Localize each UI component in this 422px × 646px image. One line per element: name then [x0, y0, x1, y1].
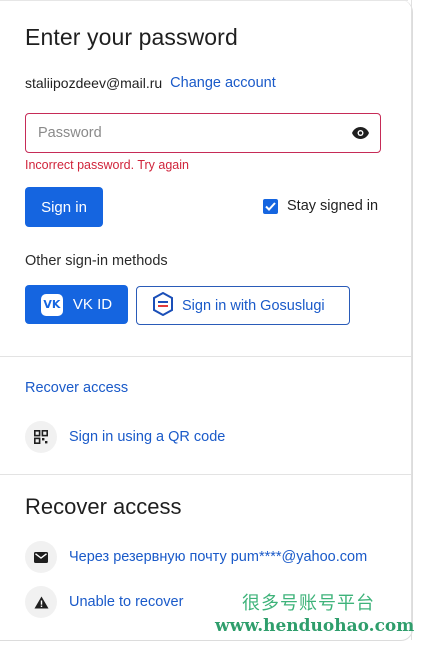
envelope-icon [25, 541, 57, 573]
eye-icon[interactable] [340, 114, 380, 152]
watermark-url: www.henduohao.com [215, 616, 415, 636]
password-error: Incorrect password. Try again [25, 158, 189, 172]
watermark-cn: 很多号账号平台 [242, 593, 375, 614]
qr-signin-row[interactable]: Sign in using a QR code [25, 421, 225, 453]
vk-logo-icon: VK [40, 293, 63, 316]
other-methods-label: Other sign-in methods [25, 253, 168, 269]
gosuslugi-label: Sign in with Gosuslugi [182, 297, 325, 314]
divider [0, 356, 412, 357]
unable-recover-link[interactable]: Unable to recover [69, 594, 183, 610]
card-right-border [411, 0, 412, 640]
qr-signin-link[interactable]: Sign in using a QR code [69, 429, 225, 445]
qr-code-icon [25, 421, 57, 453]
checkbox-checked-icon[interactable] [263, 198, 278, 214]
gosuslugi-logo-icon [152, 291, 174, 320]
page-title: Enter your password [25, 24, 238, 50]
card-top-border [0, 0, 408, 1]
recover-access-link[interactable]: Recover access [25, 380, 128, 396]
vk-id-label: VK ID [72, 296, 113, 313]
stay-signed-in-label: Stay signed in [287, 198, 379, 214]
unable-recover-row[interactable]: Unable to recover [25, 586, 183, 618]
divider [0, 474, 412, 475]
recover-email-row[interactable]: Через резервную почту pum****@yahoo.com [25, 541, 367, 573]
stay-signed-in-checkbox[interactable]: Stay signed in [263, 198, 378, 214]
account-email: staliipozdeev@mail.ru [25, 75, 163, 91]
gosuslugi-button[interactable]: Sign in with Gosuslugi [136, 286, 350, 325]
sign-in-button[interactable]: Sign in [25, 187, 103, 227]
password-field [25, 113, 381, 153]
password-input[interactable] [26, 114, 340, 152]
warning-icon [25, 586, 57, 618]
login-card: Enter your password staliipozdeev@mail.r… [0, 0, 413, 641]
recover-email-link[interactable]: Через резервную почту pum****@yahoo.com [69, 549, 367, 565]
change-account-link[interactable]: Change account [170, 75, 276, 91]
vk-id-button[interactable]: VK VK ID [25, 285, 128, 324]
account-row: staliipozdeev@mail.ru Change account [25, 75, 276, 91]
recover-section-title: Recover access [25, 494, 182, 519]
